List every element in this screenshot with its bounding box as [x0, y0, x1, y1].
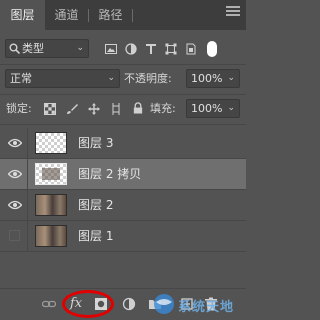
layer-thumbnail[interactable]	[35, 194, 67, 216]
opacity-label: 不透明度:	[124, 72, 172, 85]
tab-paths[interactable]: 路径	[89, 0, 132, 30]
divider	[27, 190, 28, 220]
opacity-value: 100%	[191, 72, 223, 85]
divider	[0, 94, 246, 95]
watermark-logo: 系统天地	[150, 290, 246, 319]
layer-name[interactable]: 图层 3	[78, 134, 113, 152]
search-icon	[9, 43, 20, 54]
chevron-down-icon: ⌄	[76, 43, 84, 53]
pixel-layer-filter-icon[interactable]	[105, 43, 117, 55]
blend-mode-select[interactable]: 正常 ⌄	[5, 69, 120, 88]
layer-thumbnail-content	[42, 168, 60, 180]
lock-transparent-pixels-icon[interactable]	[44, 103, 56, 115]
divider	[27, 221, 28, 251]
filter-toggle-switch[interactable]	[207, 41, 217, 57]
layer-name[interactable]: 图层 1	[78, 227, 113, 245]
chevron-down-icon: ⌄	[227, 103, 235, 113]
tab-channels[interactable]: 通道	[45, 0, 88, 30]
chevron-down-icon: ⌄	[107, 73, 115, 83]
layers-list: 图层 3 图层 2 拷贝 图层 2 图层 1	[0, 128, 246, 256]
fill-field[interactable]: 100% ⌄	[186, 99, 240, 118]
layer-row[interactable]: 图层 1	[0, 221, 246, 252]
fill-label: 填充:	[150, 102, 176, 115]
lock-image-pixels-icon[interactable]	[66, 103, 78, 115]
layer-thumbnail[interactable]	[35, 225, 67, 247]
filter-row: 类型 ⌄	[0, 38, 246, 60]
layer-name[interactable]: 图层 2 拷贝	[78, 165, 141, 183]
blend-mode-value: 正常	[10, 72, 32, 85]
adjustment-layer-filter-icon[interactable]	[125, 43, 137, 55]
fill-value: 100%	[191, 102, 223, 115]
divider	[0, 124, 246, 125]
filter-kind-select[interactable]: 类型 ⌄	[5, 39, 89, 58]
tab-bar: 图层 通道 路径	[0, 0, 246, 30]
layer-row[interactable]: 图层 2	[0, 190, 246, 221]
chevron-down-icon: ⌄	[227, 73, 235, 83]
blend-row: 正常 ⌄ 不透明度: 100% ⌄	[0, 68, 246, 90]
lock-artboard-icon[interactable]	[110, 103, 122, 115]
tab-separator	[132, 9, 133, 22]
type-layer-filter-icon[interactable]	[145, 43, 157, 55]
lock-all-icon[interactable]	[132, 102, 144, 114]
panel-menu-icon[interactable]	[226, 4, 240, 16]
watermark-globe-icon	[154, 294, 174, 314]
shape-layer-filter-icon[interactable]	[165, 43, 177, 55]
watermark-text: 系统天地	[178, 300, 235, 315]
layer-thumbnail[interactable]	[35, 132, 67, 154]
tab-layers[interactable]: 图层	[0, 0, 45, 30]
eye-icon[interactable]	[8, 169, 22, 179]
visibility-toggle-off[interactable]	[9, 230, 20, 241]
divider	[0, 64, 246, 65]
highlight-ellipse	[62, 290, 114, 318]
eye-icon[interactable]	[8, 138, 22, 148]
divider	[27, 159, 28, 189]
lock-label: 锁定:	[6, 102, 32, 115]
layer-name[interactable]: 图层 2	[78, 196, 113, 214]
link-layers-icon[interactable]	[42, 297, 56, 311]
divider	[27, 128, 28, 158]
filter-kind-label: 类型	[22, 42, 44, 55]
smart-object-filter-icon[interactable]	[185, 43, 197, 55]
layer-row[interactable]: 图层 3	[0, 128, 246, 159]
layers-panel: 图层 通道 路径 类型 ⌄ 正常 ⌄ 不透明度: 100% ⌄ 锁定: 填充: …	[0, 0, 246, 320]
new-adjustment-layer-icon[interactable]	[122, 297, 136, 311]
opacity-field[interactable]: 100% ⌄	[186, 69, 240, 88]
layer-thumbnail[interactable]	[35, 163, 67, 185]
eye-icon[interactable]	[8, 200, 22, 210]
layer-row[interactable]: 图层 2 拷贝	[0, 159, 246, 190]
lock-row: 锁定: 填充: 100% ⌄	[0, 98, 246, 120]
lock-position-icon[interactable]	[88, 103, 100, 115]
